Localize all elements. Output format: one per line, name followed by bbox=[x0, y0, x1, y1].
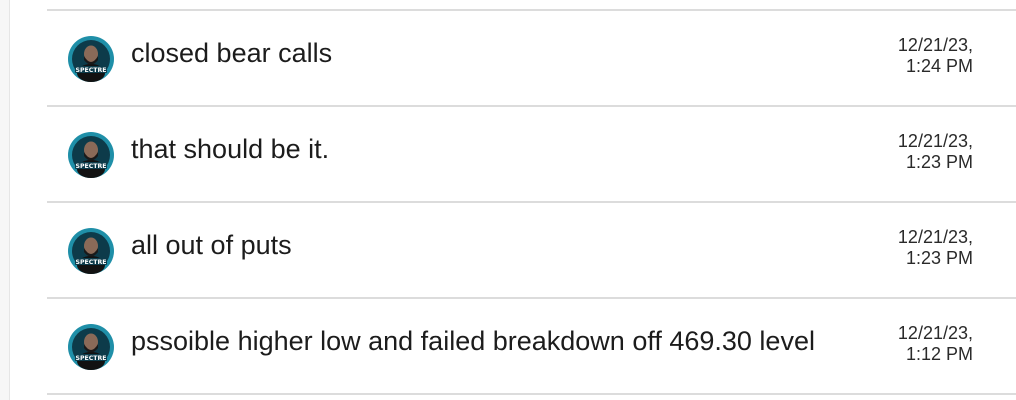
spectre-avatar-icon[interactable]: SPECTRE bbox=[67, 131, 115, 179]
message-timestamp: 12/21/23, 1:23 PM bbox=[898, 131, 973, 173]
spectre-avatar-icon[interactable]: SPECTRE bbox=[67, 227, 115, 275]
svg-text:SPECTRE: SPECTRE bbox=[76, 259, 107, 266]
timestamp-time: 1:24 PM bbox=[905, 56, 973, 76]
timestamp-time: 1:23 PM bbox=[905, 152, 973, 172]
timestamp-date: 12/21/23, bbox=[897, 227, 973, 247]
message-row[interactable]: SPECTRE that should be it. 12/21/23, 1:2… bbox=[47, 107, 1016, 203]
svg-text:SPECTRE: SPECTRE bbox=[76, 163, 107, 170]
timestamp-date: 12/21/23, bbox=[897, 131, 973, 151]
spectre-avatar-icon[interactable]: SPECTRE bbox=[67, 35, 115, 83]
svg-text:SPECTRE: SPECTRE bbox=[76, 355, 107, 362]
timestamp-date: 12/21/23, bbox=[897, 323, 973, 343]
spectre-avatar-icon[interactable]: SPECTRE bbox=[67, 323, 115, 371]
message-row[interactable]: SPECTRE pssoible higher low and failed b… bbox=[47, 299, 1016, 395]
message-text: pssoible higher low and failed breakdown… bbox=[131, 326, 815, 356]
message-row[interactable]: SPECTRE all out of puts 12/21/23, 1:23 P… bbox=[47, 203, 1016, 299]
timestamp-time: 1:12 PM bbox=[905, 344, 973, 364]
left-panel-edge bbox=[0, 0, 10, 400]
message-text: that should be it. bbox=[131, 134, 330, 164]
message-timestamp: 12/21/23, 1:12 PM bbox=[898, 323, 973, 365]
message-timestamp: 12/21/23, 1:23 PM bbox=[898, 227, 973, 269]
message-text: closed bear calls bbox=[131, 38, 333, 68]
timestamp-time: 1:23 PM bbox=[905, 248, 973, 268]
svg-text:SPECTRE: SPECTRE bbox=[76, 67, 107, 74]
timestamp-date: 12/21/23, bbox=[897, 35, 973, 55]
message-feed: SPECTRE closed bear calls 12/21/23, 1:24… bbox=[47, 0, 1016, 400]
message-timestamp: 12/21/23, 1:24 PM bbox=[898, 35, 973, 77]
message-row[interactable]: SPECTRE closed bear calls 12/21/23, 1:24… bbox=[47, 11, 1016, 107]
message-text: all out of puts bbox=[131, 230, 292, 260]
